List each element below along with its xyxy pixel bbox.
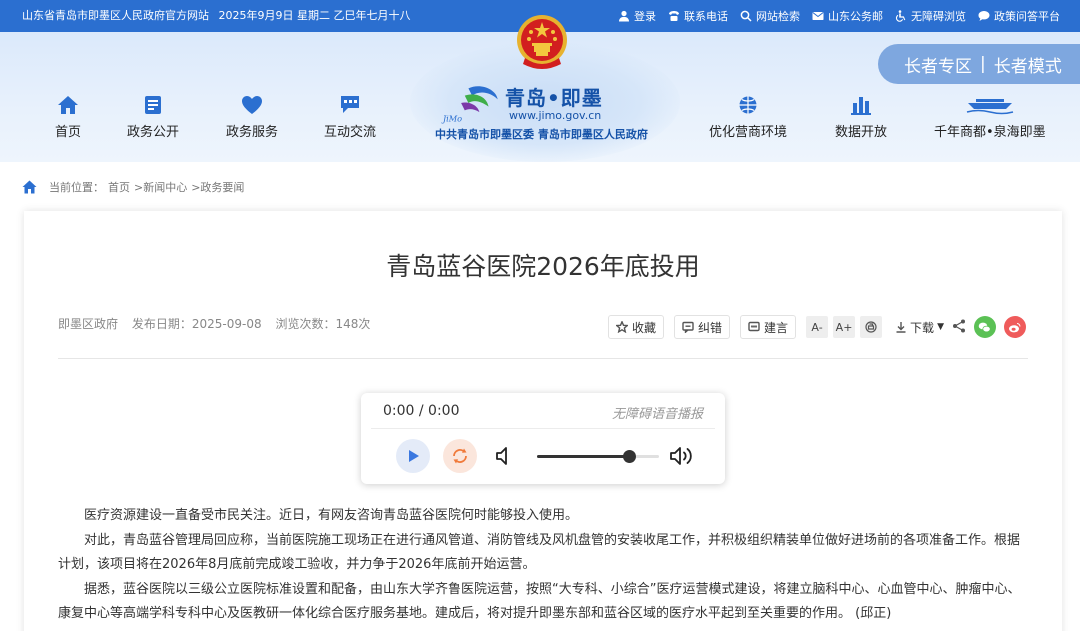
share-icon <box>952 319 965 332</box>
elder-separator: | <box>980 54 986 74</box>
elder-mode-tab[interactable]: 长者专区 | 长者模式 <box>878 44 1080 84</box>
ship-icon <box>966 99 1014 115</box>
nav-item-jimo-culture[interactable]: 千年商都•泉海即墨 <box>934 95 1046 140</box>
article-title: 青岛蓝谷医院2026年底投用 <box>386 252 700 281</box>
mail-icon <box>812 12 824 20</box>
home-icon <box>58 96 78 114</box>
suggest-button[interactable]: 建言 <box>740 315 797 339</box>
logo-subtitle: 中共青岛市即墨区委 青岛市即墨区人民政府 <box>435 128 648 141</box>
site-search-link[interactable]: 网站检索 <box>740 8 800 24</box>
message-dots-icon <box>748 321 760 332</box>
breadcrumb-label: 当前位置： <box>49 181 104 194</box>
nav-item-gov-affairs[interactable]: 政务公开 <box>127 95 179 140</box>
national-emblem-icon <box>517 15 567 69</box>
font-smaller-button[interactable]: A- <box>806 316 829 338</box>
comment-icon <box>682 321 694 333</box>
wechat-icon <box>979 322 992 332</box>
current-date: 2025年9月9日 星期二 乙巳年七月十八 <box>218 9 411 22</box>
article-card: 青岛蓝谷医院2026年底投用 即墨区政府 发布日期：2025-09-08 浏览次… <box>24 211 1062 631</box>
nav-item-gov-services[interactable]: 政务服务 <box>226 95 278 140</box>
download-menu[interactable]: 下载 ▼ <box>895 319 944 336</box>
nav-item-interaction[interactable]: 互动交流 <box>324 95 376 140</box>
globe-icon <box>739 96 757 114</box>
heart-icon <box>242 96 262 114</box>
policy-qa-link[interactable]: 政策问答平台 <box>978 8 1060 24</box>
player-divider <box>371 428 715 429</box>
volume-slider[interactable] <box>537 450 659 463</box>
accessibility-link[interactable]: 无障碍浏览 <box>895 8 966 24</box>
breadcrumb-news-center[interactable]: >新闻中心 <box>134 179 187 195</box>
article-body: 医疗资源建设一直备受市民关注。近日，有网友咨询青岛蓝谷医院何时能够投入使用。 对… <box>58 504 1030 627</box>
volume-slider-handle[interactable] <box>622 450 636 463</box>
player-label: 无障碍语音播报 <box>611 407 703 422</box>
nav-item-home[interactable]: 首页 <box>55 95 81 140</box>
print-button[interactable] <box>860 316 883 338</box>
repeat-icon <box>453 448 467 464</box>
site-logo[interactable]: JiMo 青岛•即墨 www.jimo.gov.cn 中共青岛市即墨区委 青岛市… <box>433 82 653 142</box>
font-larger-button[interactable]: A+ <box>833 316 856 338</box>
article-paragraph: 医疗资源建设一直备受市民关注。近日，有网友咨询青岛蓝谷医院何时能够投入使用。 <box>84 508 579 523</box>
search-icon <box>740 10 752 22</box>
svg-text:JiMo: JiMo <box>441 113 462 123</box>
chat-icon <box>978 11 990 21</box>
bar-chart-icon <box>851 97 871 115</box>
volume-slider-fill <box>537 455 629 458</box>
wechat-share-button[interactable] <box>973 316 996 338</box>
nav-item-business-env[interactable]: 优化营商环境 <box>709 95 787 140</box>
play-button[interactable] <box>396 439 430 473</box>
weibo-icon <box>1009 322 1021 332</box>
article-source: 即墨区政府 <box>58 317 119 331</box>
article-paragraph: 对此，青岛蓝谷管理局回应称，当前医院施工现场正在进行通风管道、消防管线及风机盘管… <box>58 532 1021 573</box>
audio-player: 0:00 / 0:00 无障碍语音播报 <box>361 393 725 484</box>
caret-down-icon: ▼ <box>937 322 944 332</box>
message-icon <box>341 96 359 113</box>
star-icon <box>616 321 628 333</box>
user-icon <box>619 10 629 22</box>
top-bar-info: 山东省青岛市即墨区人民政府官方网站 2025年9月9日 星期二 乙巳年七月十八 <box>22 0 416 32</box>
publish-date: 发布日期：2025-09-08 <box>131 317 262 331</box>
logo-mark-icon: JiMo <box>441 86 498 123</box>
article-meta: 即墨区政府 发布日期：2025-09-08 浏览次数：148次 <box>58 315 380 332</box>
loop-button[interactable] <box>443 439 477 473</box>
nav-item-open-data[interactable]: 数据开放 <box>835 95 887 140</box>
logo-url: www.jimo.gov.cn <box>509 109 602 122</box>
breadcrumb-home[interactable]: 首页 <box>108 179 130 195</box>
breadcrumb-gov-news[interactable]: >政务要闻 <box>191 179 244 195</box>
document-icon <box>145 96 161 114</box>
volume-low-icon[interactable] <box>494 445 516 467</box>
phone-icon <box>669 11 679 21</box>
elder-zone-link[interactable]: 长者专区 <box>904 52 972 77</box>
play-icon <box>409 450 419 462</box>
shandong-mail-link[interactable]: 山东公务邮 <box>812 8 883 24</box>
share-button[interactable] <box>952 318 966 337</box>
breadcrumb: 当前位置： 首页 >新闻中心 >政务要闻 <box>22 179 244 195</box>
home-icon <box>22 180 37 194</box>
correct-button[interactable]: 纠错 <box>674 315 731 339</box>
article-paragraph: 据悉，蓝谷医院以三级公立医院标准设置和配备，由山东大学齐鲁医院运营，按照“大专科… <box>58 581 1021 622</box>
download-icon <box>896 322 906 333</box>
login-link[interactable]: 登录 <box>618 8 656 24</box>
print-icon <box>865 321 877 333</box>
collect-button[interactable]: 收藏 <box>608 315 665 339</box>
elder-mode-link[interactable]: 长者模式 <box>994 52 1062 77</box>
top-bar-links: 登录 联系电话 网站检索 山东公务邮 无障碍浏览 政策问答平台 <box>618 0 1060 32</box>
contact-phone-link[interactable]: 联系电话 <box>668 8 728 24</box>
article-toolbar: 收藏 纠错 建言 A- A+ 下载 ▼ <box>608 315 1026 339</box>
weibo-share-button[interactable] <box>1003 316 1026 338</box>
site-name: 山东省青岛市即墨区人民政府官方网站 <box>22 9 209 22</box>
wheelchair-icon <box>895 10 906 22</box>
logo-title: 青岛•即墨 <box>505 86 603 110</box>
player-time: 0:00 / 0:00 <box>383 403 460 419</box>
view-count: 浏览次数：148次 <box>275 317 371 331</box>
meta-divider <box>58 358 1028 359</box>
volume-high-icon[interactable] <box>669 444 697 468</box>
